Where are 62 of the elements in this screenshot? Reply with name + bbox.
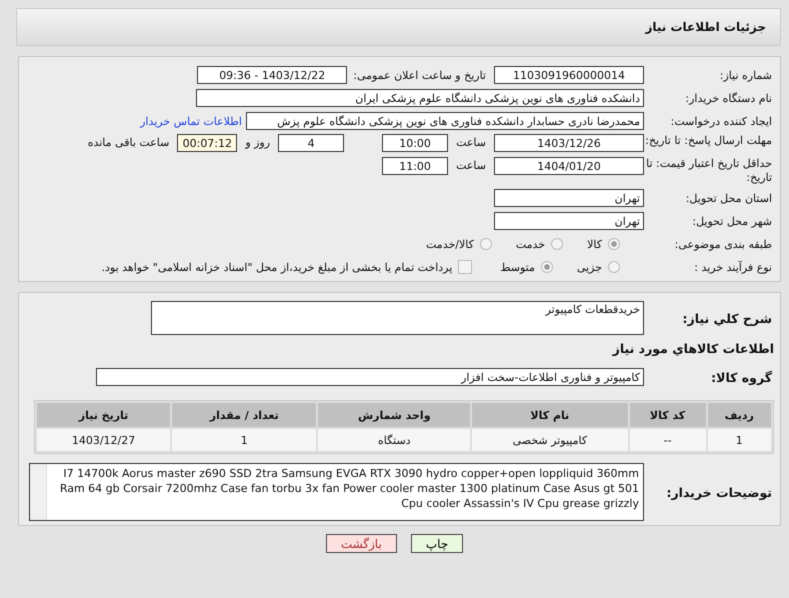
checkbox-label: پرداخت تمام یا بخشی از مبلغ خرید،از محل "اسناد خزانه اسلامی" خواهد بود. xyxy=(102,260,452,274)
option-label: خدمت xyxy=(516,238,546,250)
action-button[interactable]: چاپ xyxy=(410,534,464,553)
scrollbar[interactable] xyxy=(30,464,47,520)
radio-button[interactable] xyxy=(608,261,620,273)
summary-textarea[interactable]: خریدقطعات کامپیوتر xyxy=(151,301,644,335)
city-field: تهران xyxy=(494,212,644,230)
column-header: نام کالا xyxy=(472,403,628,427)
column-header: تعداد / مقدار xyxy=(172,403,316,427)
radio-button[interactable] xyxy=(540,261,553,273)
field-label: شماره نیاز: xyxy=(718,68,773,82)
buyer-contact-link[interactable]: اطلاعات تماس خریدار xyxy=(140,114,242,128)
field-label: مهلت ارسال پاسخ: تا تاریخ: xyxy=(644,134,773,148)
radio-button[interactable] xyxy=(480,238,492,250)
remaining-time-field: 00:07:12 xyxy=(177,134,238,152)
date-field: 1403/12/26 xyxy=(494,134,644,152)
column-header: واحد شمارش xyxy=(318,403,470,427)
remaining-label: ساعت باقی مانده xyxy=(88,135,170,151)
option-label: کالا xyxy=(587,238,602,250)
column-header: تاریخ نیاز xyxy=(37,403,170,427)
time-label: ساعت xyxy=(456,158,486,174)
field-label: ایجاد کننده درخواست: xyxy=(670,114,773,128)
days-field: 4 xyxy=(278,134,344,152)
goods-group-field: کامپیوتر و فناوری اطلاعات-سخت افزار xyxy=(96,368,644,386)
option-label: متوسط xyxy=(500,260,535,274)
option-label: جزیی xyxy=(576,260,602,274)
field-label: تاریخ و ساعت اعلان عمومی: xyxy=(353,68,486,82)
field-label: استان محل تحویل: xyxy=(684,192,773,204)
checkbox[interactable] xyxy=(458,260,472,274)
radio-button[interactable] xyxy=(551,238,564,250)
field-label: شهر محل تحویل: xyxy=(691,214,773,228)
field-label: شرح کلي نياز: xyxy=(682,310,773,326)
field-label: طبقه بندی موضوعی: xyxy=(674,238,773,250)
page-title: جزئیات اطلاعات نیاز xyxy=(645,20,766,34)
table-cell: دستگاه xyxy=(318,429,470,451)
field-label: توضیحات خریدار: xyxy=(665,484,773,500)
province-field: تهران xyxy=(494,189,644,207)
field-label: گروه کالا: xyxy=(710,370,773,384)
action-button[interactable]: بازگشت xyxy=(326,534,397,553)
table-cell: 1 xyxy=(172,429,316,451)
table-cell: -- xyxy=(630,429,706,451)
table-cell: 1403/12/27 xyxy=(37,429,170,451)
radio-button[interactable] xyxy=(608,238,620,250)
option-label: کالا/خدمت xyxy=(426,238,474,250)
column-header: کد کالا xyxy=(630,403,706,427)
field-label: نام دستگاه خریدار: xyxy=(684,92,773,104)
days-label: روز و xyxy=(245,135,270,151)
column-header: ردیف xyxy=(708,403,771,427)
date-field: 1404/01/20 xyxy=(494,157,644,175)
notes-textarea[interactable]: I7 14700k Aorus master z690 SSD 2tra Samsung EVGA RTX 3090 hydro copper+open loppliquid 360mm Ram 64 gb Corsair 7200mhz Case fan torbu 3x fan Power cooler master 1300 platinum Case Asus gt 501 Cpu cooler Assassin's IV Cpu grease grizzly xyxy=(29,463,644,521)
field-label: نوع فرآیند خرید : xyxy=(693,260,773,274)
table-cell: 1 xyxy=(708,429,771,451)
announce-date-field: 1403/12/22 - 09:36 xyxy=(197,66,348,84)
table-cell: کامپیوتر شخصی xyxy=(472,429,628,451)
section-heading: اطلاعات كالاهاي مورد نياز xyxy=(612,340,775,358)
time-field: 10:00 xyxy=(382,134,448,152)
requester-field: محمدرضا نادری حسابدار دانشکده فناوری های نوین پزشکی دانشگاه علوم پزش xyxy=(246,112,644,130)
need-number-field: 1103091960000014 xyxy=(494,66,644,84)
time-field: 11:00 xyxy=(382,157,448,175)
time-label: ساعت xyxy=(456,135,486,151)
field-label: حداقل تاریخ اعتبار قیمت: تا تاریخ: xyxy=(645,157,773,185)
buyer-field: دانشکده فناوری های نوین پزشکی دانشگاه علوم پزشکی ایران xyxy=(196,89,644,107)
